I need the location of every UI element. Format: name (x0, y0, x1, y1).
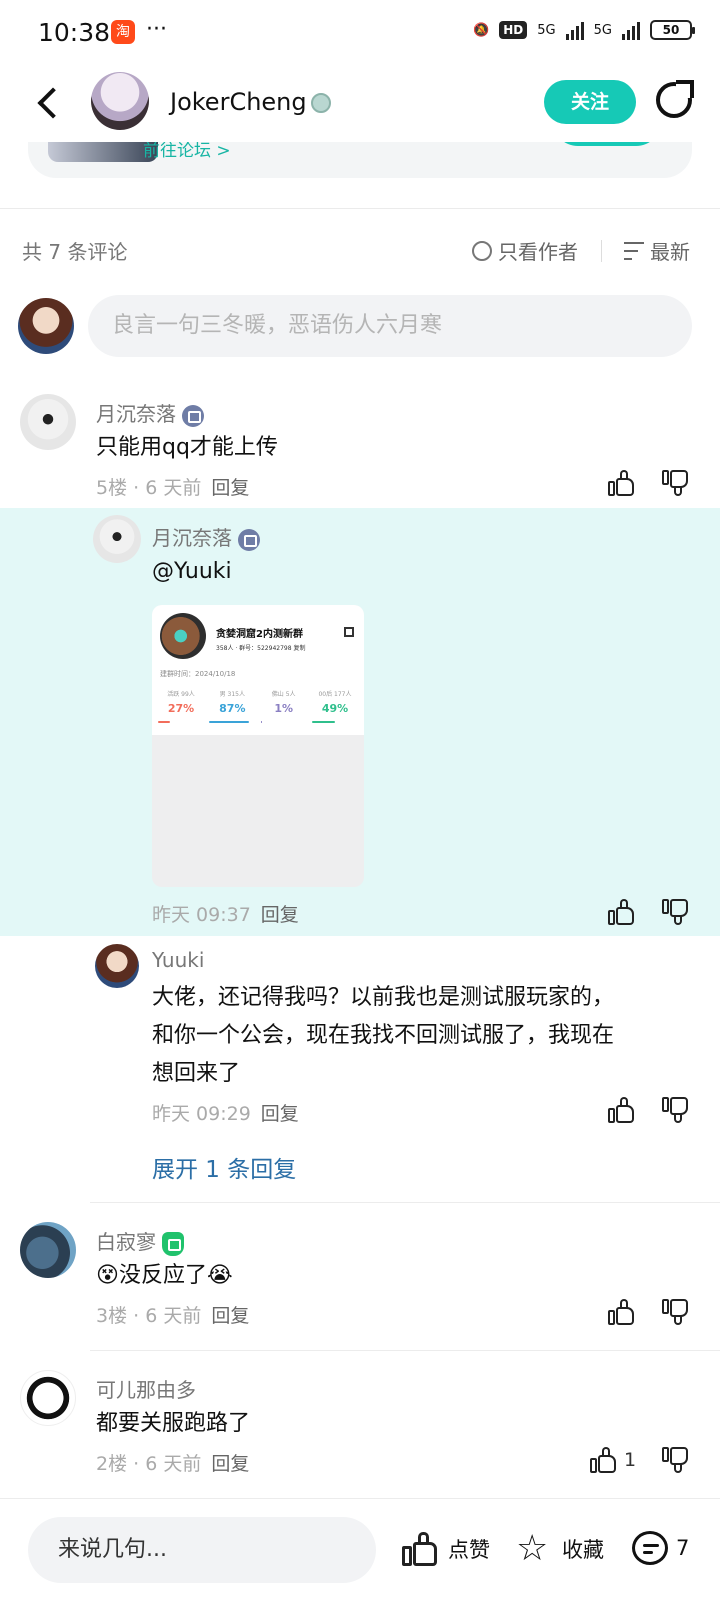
sort-label: 最新 (650, 240, 690, 264)
comment-count: 共 7 条评论 (22, 240, 128, 264)
like-badge-icon (182, 404, 204, 427)
reply-button[interactable]: 回复 (261, 1103, 299, 1125)
thumbs-up-icon (402, 1531, 438, 1567)
comment-meta: 5楼 · 6 天前 回复 (96, 477, 250, 499)
thumbs-up-icon[interactable] (608, 899, 636, 925)
section-divider (0, 208, 720, 209)
group-stats: 活跃 99人 27% 男 315人 87% 佛山 5人 1% 00后 177人 … (158, 689, 358, 723)
comment-meta: 昨天 09:29 回复 (152, 1103, 299, 1125)
radio-icon (472, 240, 492, 261)
only-author-label: 只看作者 (498, 240, 578, 264)
favorite-button[interactable]: ☆ 收藏 (516, 1531, 604, 1567)
status-time: 10:38 (38, 18, 111, 47)
emoji-icon: 😵 (96, 1263, 119, 1288)
share-icon[interactable] (656, 80, 694, 118)
signal-5g-label: 5G (537, 22, 556, 38)
stat-item: 00后 177人 49% (311, 689, 358, 723)
group-avatar (160, 613, 206, 659)
comment-text: 😵没反应了😭 (96, 1263, 233, 1288)
comment-count-label: 7 (676, 1536, 690, 1560)
hd-icon: HD (499, 21, 528, 39)
comment-username[interactable]: Yuuki (152, 948, 204, 972)
bottom-comment-input[interactable]: 来说几句... (28, 1517, 376, 1583)
status-icons: 🔕 HD 5G 5G 50 (473, 20, 695, 40)
bottom-action-bar: 来说几句... 点赞 ☆ 收藏 7 (0, 1498, 720, 1601)
back-icon[interactable] (30, 84, 66, 124)
comment-image[interactable]: 贪婪洞窟2内测新群 358人 · 群号：522942798 复制 建群时间：20… (152, 605, 364, 887)
reply-button[interactable]: 回复 (211, 477, 249, 499)
stat-item: 佛山 5人 1% (260, 689, 307, 723)
battery-icon: 50 (650, 20, 695, 40)
image-card-top: 贪婪洞窟2内测新群 358人 · 群号：522942798 复制 建群时间：20… (152, 605, 364, 735)
like-count: 1 (624, 1449, 637, 1471)
comment-divider (90, 1350, 720, 1351)
thumbs-down-icon[interactable] (662, 470, 690, 496)
thumbs-up-icon[interactable] (608, 1097, 636, 1123)
group-sub: 358人 · 群号：522942798 复制 (216, 645, 306, 652)
avatar[interactable] (20, 1370, 76, 1426)
comments-button[interactable]: 7 (632, 1531, 689, 1565)
comment-text: 只能用qq才能上传 (96, 435, 278, 460)
emoji-icon: 😭 (206, 1263, 233, 1288)
sort-icon (624, 241, 644, 260)
taobao-app-icon: 淘 (111, 20, 135, 44)
thumbs-down-icon[interactable] (662, 899, 690, 925)
thumbs-up-icon[interactable] (608, 1299, 636, 1325)
comment-username[interactable]: 白寂寥 (96, 1226, 184, 1256)
top-header: JokerCheng 关注 (0, 66, 720, 142)
comment-text: 都要关服跑路了 (96, 1411, 251, 1436)
like-badge-icon (238, 528, 260, 551)
stat-item: 男 315人 87% (209, 689, 255, 723)
status-bar: 10:38 淘 ··· 🔕 HD 5G 5G 50 (0, 0, 720, 64)
thumbs-up-icon[interactable] (608, 470, 636, 496)
sort-latest-button[interactable]: 最新 (624, 236, 690, 265)
signal-bars-icon (565, 20, 584, 40)
reply-button[interactable]: 回复 (211, 1453, 249, 1475)
author-badge-icon (311, 93, 331, 113)
avatar[interactable] (20, 1222, 76, 1278)
comment-text[interactable]: @Yuuki (152, 553, 232, 591)
follow-button[interactable]: 关注 (544, 80, 636, 124)
comment-username[interactable]: 月沉奈落 (152, 522, 260, 551)
reply-button[interactable]: 回复 (261, 904, 299, 926)
star-icon: ☆ (516, 1528, 549, 1569)
comment-text-line: 想回来了 (152, 1061, 241, 1086)
comment-input[interactable]: 良言一句三冬暖，恶语伤人六月寒 (88, 295, 692, 357)
my-avatar (18, 298, 74, 354)
mute-icon: 🔕 (473, 22, 490, 38)
only-author-toggle[interactable]: 只看作者 (472, 236, 578, 265)
level-badge-icon (162, 1231, 184, 1256)
thumbs-up-icon[interactable] (590, 1447, 618, 1473)
comment-meta: 2楼 · 6 天前 回复 (96, 1453, 250, 1475)
like-label: 点赞 (448, 1538, 490, 1562)
thumbs-down-icon[interactable] (662, 1299, 690, 1325)
comment-username[interactable]: 可儿那由多 (96, 1374, 196, 1403)
thumbs-down-icon[interactable] (662, 1447, 690, 1473)
comment-bubble-icon (632, 1531, 668, 1565)
signal-5g-label-2: 5G (593, 22, 612, 38)
thumbs-down-icon[interactable] (662, 1097, 690, 1123)
stat-item: 活跃 99人 27% (158, 689, 204, 723)
signal-bars-icon-2 (622, 20, 640, 40)
favorite-label: 收藏 (562, 1538, 604, 1562)
comment-divider (90, 1202, 720, 1203)
comment-text-line: 大佬，还记得我吗？以前我也是测试服玩家的， (152, 985, 615, 1010)
separator (601, 240, 602, 262)
avatar[interactable] (20, 394, 76, 450)
qr-code-icon (344, 627, 354, 637)
comment-meta: 昨天 09:37 回复 (152, 904, 299, 926)
group-date: 建群时间：2024/10/18 (160, 670, 236, 678)
comment-username[interactable]: 月沉奈落 (96, 398, 204, 427)
more-notifications-icon: ··· (146, 17, 167, 42)
group-name: 贪婪洞窟2内测新群 (216, 629, 303, 640)
expand-replies-link[interactable]: 展开 1 条回复 (152, 1150, 296, 1184)
like-button[interactable]: 点赞 (402, 1531, 490, 1567)
comment-meta: 3楼 · 6 天前 回复 (96, 1305, 250, 1327)
author-name[interactable]: JokerCheng (170, 88, 307, 116)
comment-text-line: 和你一个公会，现在我找不回测试服了，我现在 (152, 1023, 615, 1048)
reply-button[interactable]: 回复 (211, 1305, 249, 1327)
author-avatar[interactable] (91, 72, 149, 130)
avatar[interactable] (93, 515, 141, 563)
avatar[interactable] (95, 944, 139, 988)
